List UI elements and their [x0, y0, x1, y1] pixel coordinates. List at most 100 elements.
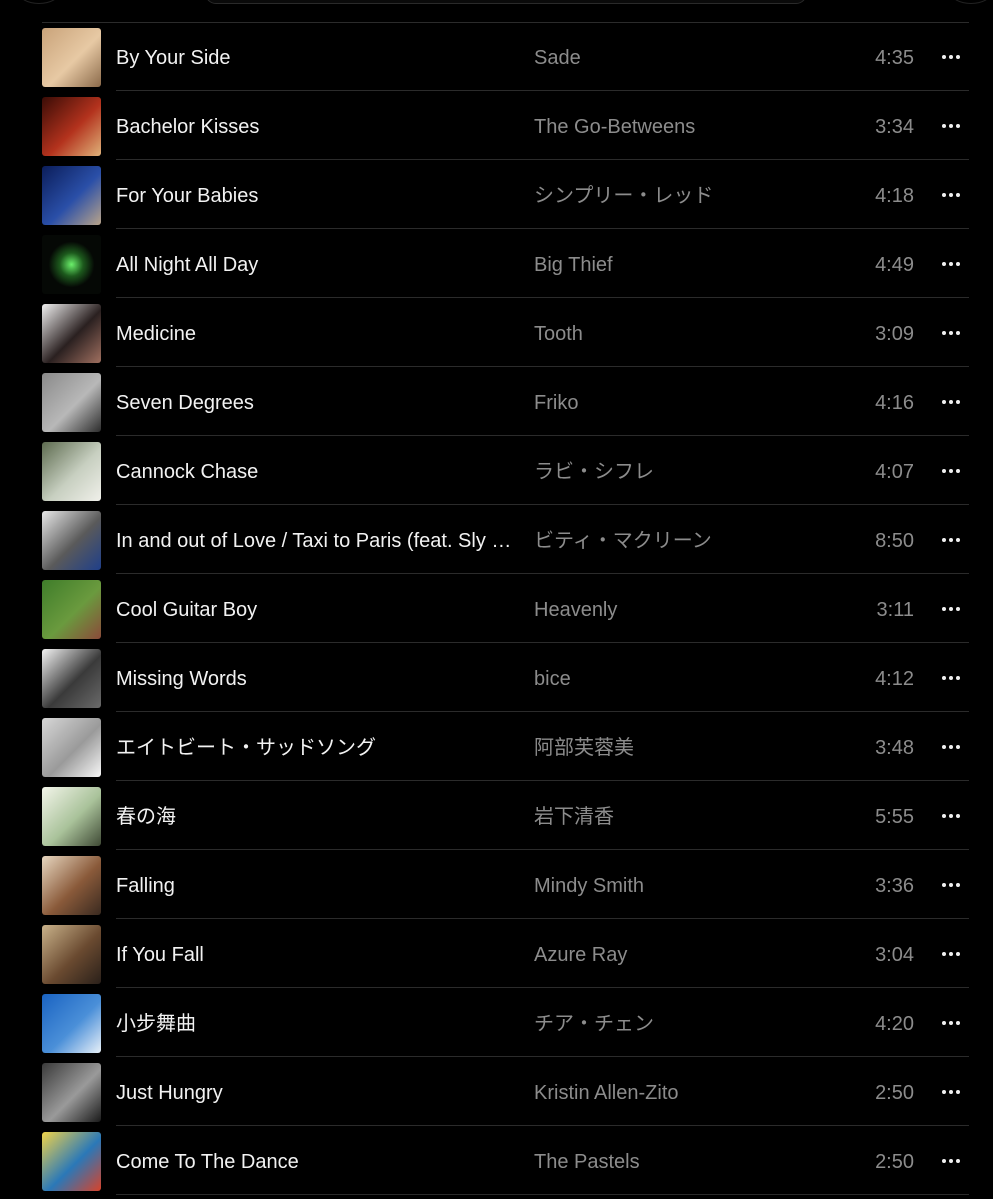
track-duration: 4:35 — [875, 47, 914, 69]
track-row[interactable]: In and out of Love / Taxi to Paris (feat… — [0, 505, 993, 574]
track-duration: 4:18 — [875, 185, 914, 207]
more-options-icon[interactable] — [940, 534, 962, 546]
track-row[interactable]: Medicine Tooth 3:09 — [0, 298, 993, 367]
album-art-minuet — [42, 994, 101, 1053]
track-duration: 4:20 — [875, 1013, 914, 1035]
track-artist[interactable]: The Go-Betweens — [534, 115, 834, 139]
album-art-in-and-out-of-love — [42, 511, 101, 570]
track-title: If You Fall — [116, 944, 204, 966]
track-title: Just Hungry — [116, 1082, 223, 1104]
more-options-icon[interactable] — [940, 1155, 962, 1167]
track-artist[interactable]: bice — [534, 667, 834, 691]
back-button[interactable] — [18, 0, 60, 4]
more-options-icon[interactable] — [940, 258, 962, 270]
track-row[interactable]: Just Hungry Kristin Allen-Zito 2:50 — [0, 1057, 993, 1126]
track-title: Falling — [116, 875, 175, 897]
track-artist[interactable]: 阿部芙蓉美 — [534, 736, 834, 760]
album-art-just-hungry — [42, 1063, 101, 1122]
track-duration: 4:07 — [875, 461, 914, 483]
top-toolbar — [0, 0, 993, 22]
track-title: All Night All Day — [116, 254, 259, 276]
track-artist[interactable]: ビティ・マクリーン — [534, 529, 834, 553]
more-options-icon[interactable] — [940, 1086, 962, 1098]
track-title: エイトビート・サッドソング — [116, 737, 376, 759]
album-art-by-your-side — [42, 28, 101, 87]
track-artist[interactable]: Heavenly — [534, 598, 834, 622]
track-artist[interactable]: Sade — [534, 46, 834, 70]
track-title: For Your Babies — [116, 185, 259, 207]
track-title: Bachelor Kisses — [116, 116, 260, 138]
track-row[interactable]: 小步舞曲 チア・チェン 4:20 — [0, 988, 993, 1057]
more-options-icon[interactable] — [940, 396, 962, 408]
track-row[interactable]: Cool Guitar Boy Heavenly 3:11 — [0, 574, 993, 643]
track-duration: 3:09 — [875, 323, 914, 345]
album-art-if-you-fall — [42, 925, 101, 984]
track-title: Cool Guitar Boy — [116, 599, 258, 621]
more-options-icon[interactable] — [940, 810, 962, 822]
more-options-icon[interactable] — [940, 120, 962, 132]
track-artist[interactable]: シンプリー・レッド — [534, 184, 834, 208]
album-art-eight-beat-sad-song — [42, 718, 101, 777]
more-options-icon[interactable] — [940, 189, 962, 201]
track-row[interactable]: Seven Degrees Friko 4:16 — [0, 367, 993, 436]
track-artist[interactable]: ラビ・シフレ — [534, 460, 834, 484]
menu-button[interactable] — [950, 0, 992, 4]
row-divider — [116, 1194, 969, 1195]
track-row[interactable]: 春の海 岩下清香 5:55 — [0, 781, 993, 850]
track-row[interactable]: Come To The Dance The Pastels 2:50 — [0, 1126, 993, 1195]
track-title: Missing Words — [116, 668, 247, 690]
album-art-bachelor-kisses — [42, 97, 101, 156]
track-duration: 3:36 — [875, 875, 914, 897]
track-row[interactable]: エイトビート・サッドソング 阿部芙蓉美 3:48 — [0, 712, 993, 781]
album-art-haru-no-umi — [42, 787, 101, 846]
search-input[interactable] — [205, 0, 807, 4]
track-row[interactable]: For Your Babies シンプリー・レッド 4:18 — [0, 160, 993, 229]
more-options-icon[interactable] — [940, 465, 962, 477]
track-title: Medicine — [116, 323, 197, 345]
track-row[interactable]: Missing Words bice 4:12 — [0, 643, 993, 712]
more-options-icon[interactable] — [940, 672, 962, 684]
album-art-seven-degrees — [42, 373, 101, 432]
album-art-come-to-the-dance — [42, 1132, 101, 1191]
track-artist[interactable]: Big Thief — [534, 253, 834, 277]
track-duration: 5:55 — [875, 806, 914, 828]
track-artist[interactable]: チア・チェン — [534, 1012, 834, 1036]
track-artist[interactable]: Azure Ray — [534, 943, 834, 967]
more-options-icon[interactable] — [940, 879, 962, 891]
track-row[interactable]: All Night All Day Big Thief 4:49 — [0, 229, 993, 298]
more-options-icon[interactable] — [940, 327, 962, 339]
track-title: By Your Side — [116, 47, 231, 69]
album-art-cool-guitar-boy — [42, 580, 101, 639]
track-artist[interactable]: 岩下清香 — [534, 805, 834, 829]
track-row[interactable]: If You Fall Azure Ray 3:04 — [0, 919, 993, 988]
track-artist[interactable]: Tooth — [534, 322, 834, 346]
track-title: Cannock Chase — [116, 461, 259, 483]
track-row[interactable]: Cannock Chase ラビ・シフレ 4:07 — [0, 436, 993, 505]
track-title: Seven Degrees — [116, 392, 254, 414]
more-options-icon[interactable] — [940, 948, 962, 960]
album-art-cannock-chase — [42, 442, 101, 501]
track-title: 春の海 — [116, 806, 176, 828]
more-options-icon[interactable] — [940, 1017, 962, 1029]
album-art-falling — [42, 856, 101, 915]
track-title: 小步舞曲 — [116, 1013, 196, 1035]
track-duration: 3:34 — [875, 116, 914, 138]
track-row[interactable]: Falling Mindy Smith 3:36 — [0, 850, 993, 919]
track-row[interactable]: Bachelor Kisses The Go-Betweens 3:34 — [0, 91, 993, 160]
track-duration: 2:50 — [875, 1151, 914, 1173]
track-duration: 4:16 — [875, 392, 914, 414]
track-artist[interactable]: Friko — [534, 391, 834, 415]
track-row[interactable]: By Your Side Sade 4:35 — [0, 22, 993, 91]
track-artist[interactable]: Kristin Allen-Zito — [534, 1081, 834, 1105]
track-artist[interactable]: Mindy Smith — [534, 874, 834, 898]
album-art-all-night-all-day — [42, 235, 101, 294]
track-duration: 2:50 — [875, 1082, 914, 1104]
more-options-icon[interactable] — [940, 603, 962, 615]
track-duration: 3:04 — [875, 944, 914, 966]
more-options-icon[interactable] — [940, 741, 962, 753]
album-art-medicine — [42, 304, 101, 363]
track-duration: 8:50 — [875, 530, 914, 552]
track-artist[interactable]: The Pastels — [534, 1150, 834, 1174]
more-options-icon[interactable] — [940, 51, 962, 63]
track-list: By Your Side Sade 4:35 Bachelor Kisses T… — [0, 22, 993, 1195]
